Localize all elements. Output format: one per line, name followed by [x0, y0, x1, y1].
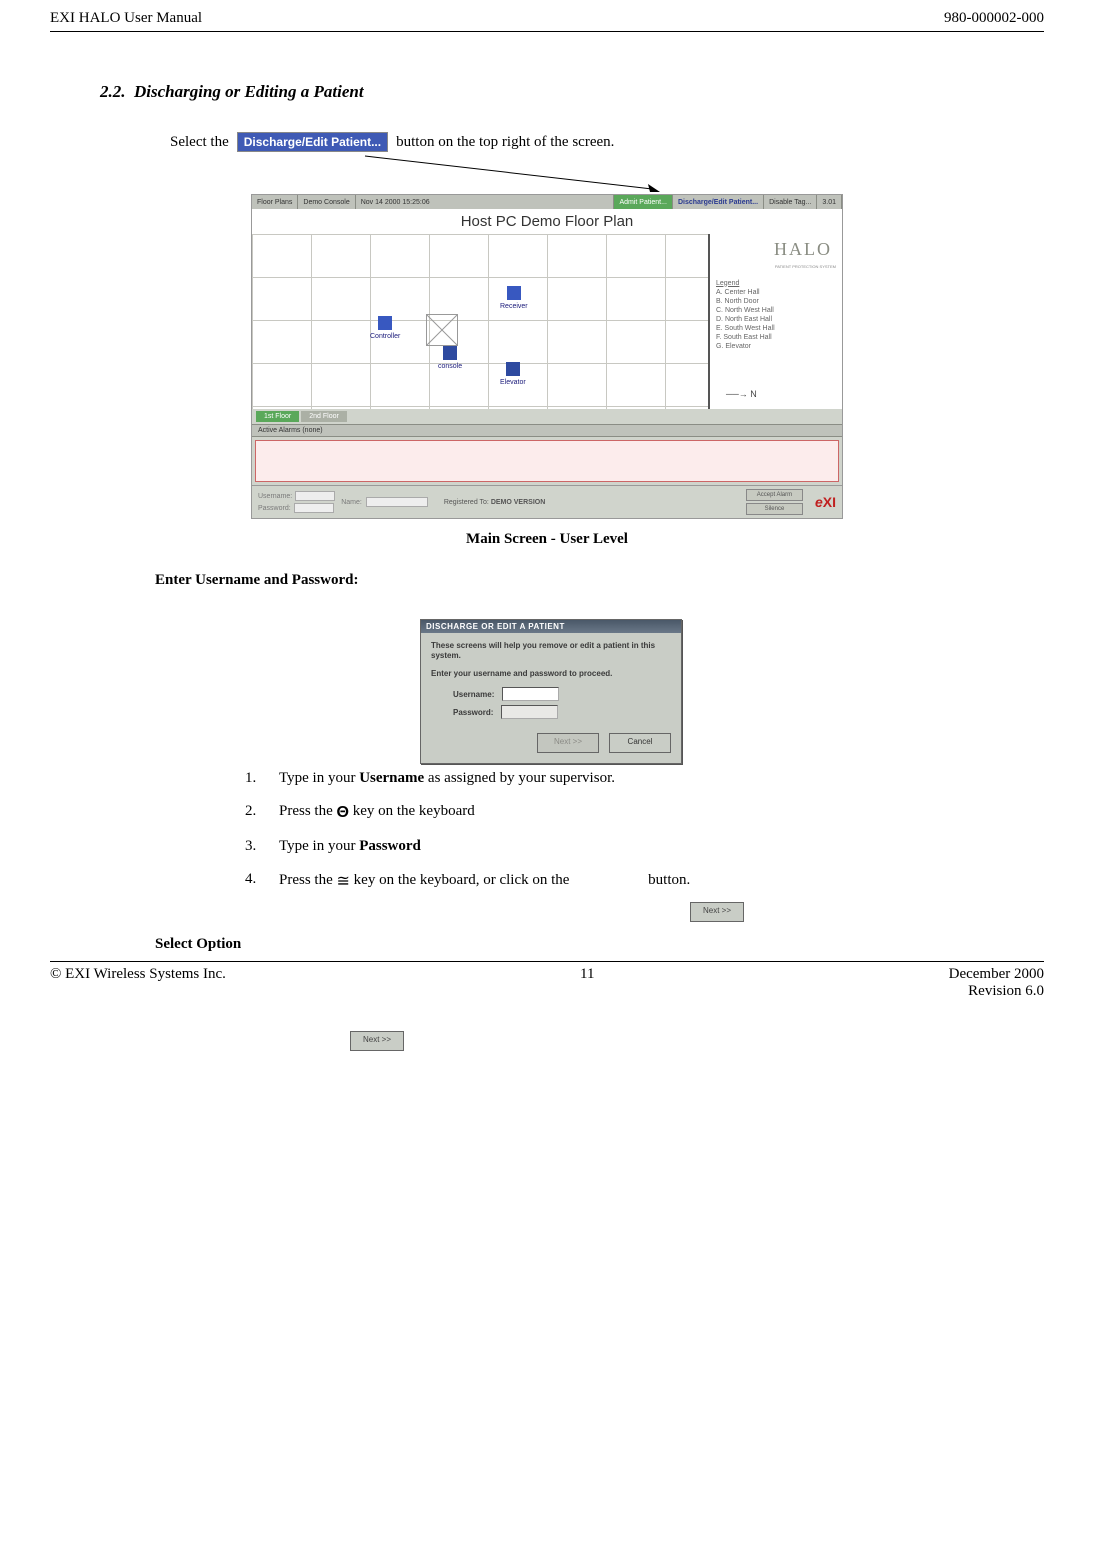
app-floorplan-title: Host PC Demo Floor Plan	[252, 209, 842, 234]
page-header: EXI HALO User Manual 980-000002-000	[50, 10, 1044, 27]
fp-controller: Controller	[370, 316, 400, 340]
pointer-arrow	[360, 154, 680, 194]
alarms-area	[255, 440, 839, 482]
select-option-heading: Select Option	[155, 936, 1044, 953]
header-right: 980-000002-000	[944, 10, 1044, 27]
legend-item-d: D. North East Hall	[716, 316, 772, 323]
enter-credentials-heading: Enter Username and Password:	[155, 572, 1044, 589]
tb-admit-patient[interactable]: Admit Patient...	[614, 195, 672, 209]
dialog-next-button[interactable]: Next >>	[537, 733, 599, 753]
tb-version: 3.01	[817, 195, 842, 209]
header-left: EXI HALO User Manual	[50, 10, 202, 27]
header-rule	[50, 31, 1044, 32]
discharge-edit-button[interactable]: Discharge/Edit Patient...	[237, 132, 388, 152]
dialog-password-input[interactable]	[501, 705, 558, 719]
legend-item-f: F. South East Hall	[716, 334, 772, 341]
legend-item-a: A. Center Hall	[716, 289, 760, 296]
fp-elevator: Elevator	[500, 362, 526, 386]
tab-key-icon: Θ	[337, 804, 349, 821]
tb-floor-plans[interactable]: Floor Plans	[252, 195, 298, 209]
footer-revision: Revision 6.0	[968, 983, 1044, 999]
footer-left: © EXI Wireless Systems Inc.	[50, 966, 226, 1000]
footer-center: 11	[580, 966, 594, 1000]
bb-name-input[interactable]	[366, 497, 428, 507]
console-icon	[443, 346, 457, 360]
footer-rule	[50, 961, 1044, 962]
floor-tabs: 1st Floor 2nd Floor	[252, 409, 842, 424]
page-footer: © EXI Wireless Systems Inc. 11 December …	[50, 966, 1044, 1000]
silence-button[interactable]: Silence	[746, 503, 803, 515]
floor-plan[interactable]: Controller console Receiver Elevator	[252, 234, 708, 409]
legend-item-e: E. South West Hall	[716, 325, 775, 332]
fp-receiver: Receiver	[500, 286, 528, 310]
bb-username-input[interactable]	[295, 491, 335, 501]
tab-1st-floor[interactable]: 1st Floor	[256, 411, 299, 422]
halo-logo: HALO	[716, 238, 836, 261]
step-2: 2. Press the Θ key on the keyboard	[245, 803, 1044, 822]
dialog-cancel-button[interactable]: Cancel	[609, 733, 671, 753]
controller-icon	[378, 316, 392, 330]
select-suffix: button on the top right of the screen.	[396, 134, 614, 151]
app-toolbar: Floor Plans Demo Console Nov 14 2000 15:…	[252, 195, 842, 209]
legend-item-c: C. North West Hall	[716, 307, 774, 314]
section-title: 2.2. Discharging or Editing a Patient	[100, 82, 1044, 102]
elevator-icon	[506, 362, 520, 376]
footer-date: December 2000	[949, 966, 1044, 982]
tab-2nd-floor[interactable]: 2nd Floor	[301, 411, 347, 422]
next-button[interactable]: Next >>	[690, 902, 744, 922]
accept-alarm-button[interactable]: Accept Alarm	[746, 489, 803, 501]
legend-item-b: B. North Door	[716, 298, 759, 305]
discharge-edit-dialog: DISCHARGE OR EDIT A PATIENT These screen…	[420, 619, 682, 764]
exi-logo: eXI	[815, 494, 836, 510]
main-app-screenshot: Floor Plans Demo Console Nov 14 2000 15:…	[251, 194, 843, 519]
alarms-header: Active Alarms (none)	[252, 424, 842, 437]
dialog-title: DISCHARGE OR EDIT A PATIENT	[421, 620, 681, 633]
steps-list: 1. Type in your Username as assigned by …	[245, 770, 1044, 891]
bb-name-label: Name:	[341, 499, 362, 506]
step-4: 4. Press the ≅ key on the keyboard, or c…	[245, 871, 1044, 891]
step-3: 3. Type in your Password	[245, 838, 1044, 855]
legend-item-g: G. Elevator	[716, 343, 751, 350]
tb-datetime: Nov 14 2000 15:25:06	[356, 195, 615, 209]
north-arrow: ──→ N	[726, 389, 757, 401]
bottom-bar: Username: Password: Name: Registered To:…	[252, 485, 842, 518]
bb-username-label: Username:	[258, 493, 292, 500]
dialog-username-input[interactable]	[502, 687, 559, 701]
select-instruction: Select the Discharge/Edit Patient... but…	[170, 132, 1044, 152]
dialog-username-label: Username:	[453, 690, 494, 699]
bb-password-label: Password:	[258, 505, 291, 512]
app-main-area: Controller console Receiver Elevator	[252, 234, 842, 409]
halo-subtitle: PATIENT PROTECTION SYSTEM	[716, 264, 836, 269]
select-prefix: Select the	[170, 134, 229, 151]
tb-demo-console[interactable]: Demo Console	[298, 195, 355, 209]
fp-void-box	[426, 314, 458, 346]
dialog-password-label: Password:	[453, 708, 493, 717]
extra-next-button[interactable]: Next >>	[350, 1031, 404, 1051]
receiver-icon	[507, 286, 521, 300]
next-button-row: Next >>	[690, 901, 1044, 922]
bb-password-input[interactable]	[294, 503, 334, 513]
section-name: Discharging or Editing a Patient	[134, 82, 364, 101]
tb-disable-tag[interactable]: Disable Tag...	[764, 195, 817, 209]
fp-console: console	[438, 346, 462, 370]
main-screen-caption: Main Screen - User Level	[50, 531, 1044, 548]
extra-next-button-row: Next >>	[350, 1030, 1044, 1051]
step-1: 1. Type in your Username as assigned by …	[245, 770, 1044, 787]
section-number: 2.2.	[100, 82, 126, 101]
enter-key-icon: ≅	[337, 873, 350, 890]
tb-discharge-edit[interactable]: Discharge/Edit Patient...	[673, 195, 764, 209]
dialog-help2: Enter your username and password to proc…	[431, 669, 671, 679]
dialog-help1: These screens will help you remove or ed…	[431, 641, 671, 661]
legend-heading: Legend	[716, 280, 739, 287]
legend-list: Legend A. Center Hall B. North Door C. N…	[716, 279, 836, 352]
legend-pane: HALO PATIENT PROTECTION SYSTEM Legend A.…	[708, 234, 842, 409]
bb-registered: Registered To: DEMO VERSION	[444, 499, 545, 506]
